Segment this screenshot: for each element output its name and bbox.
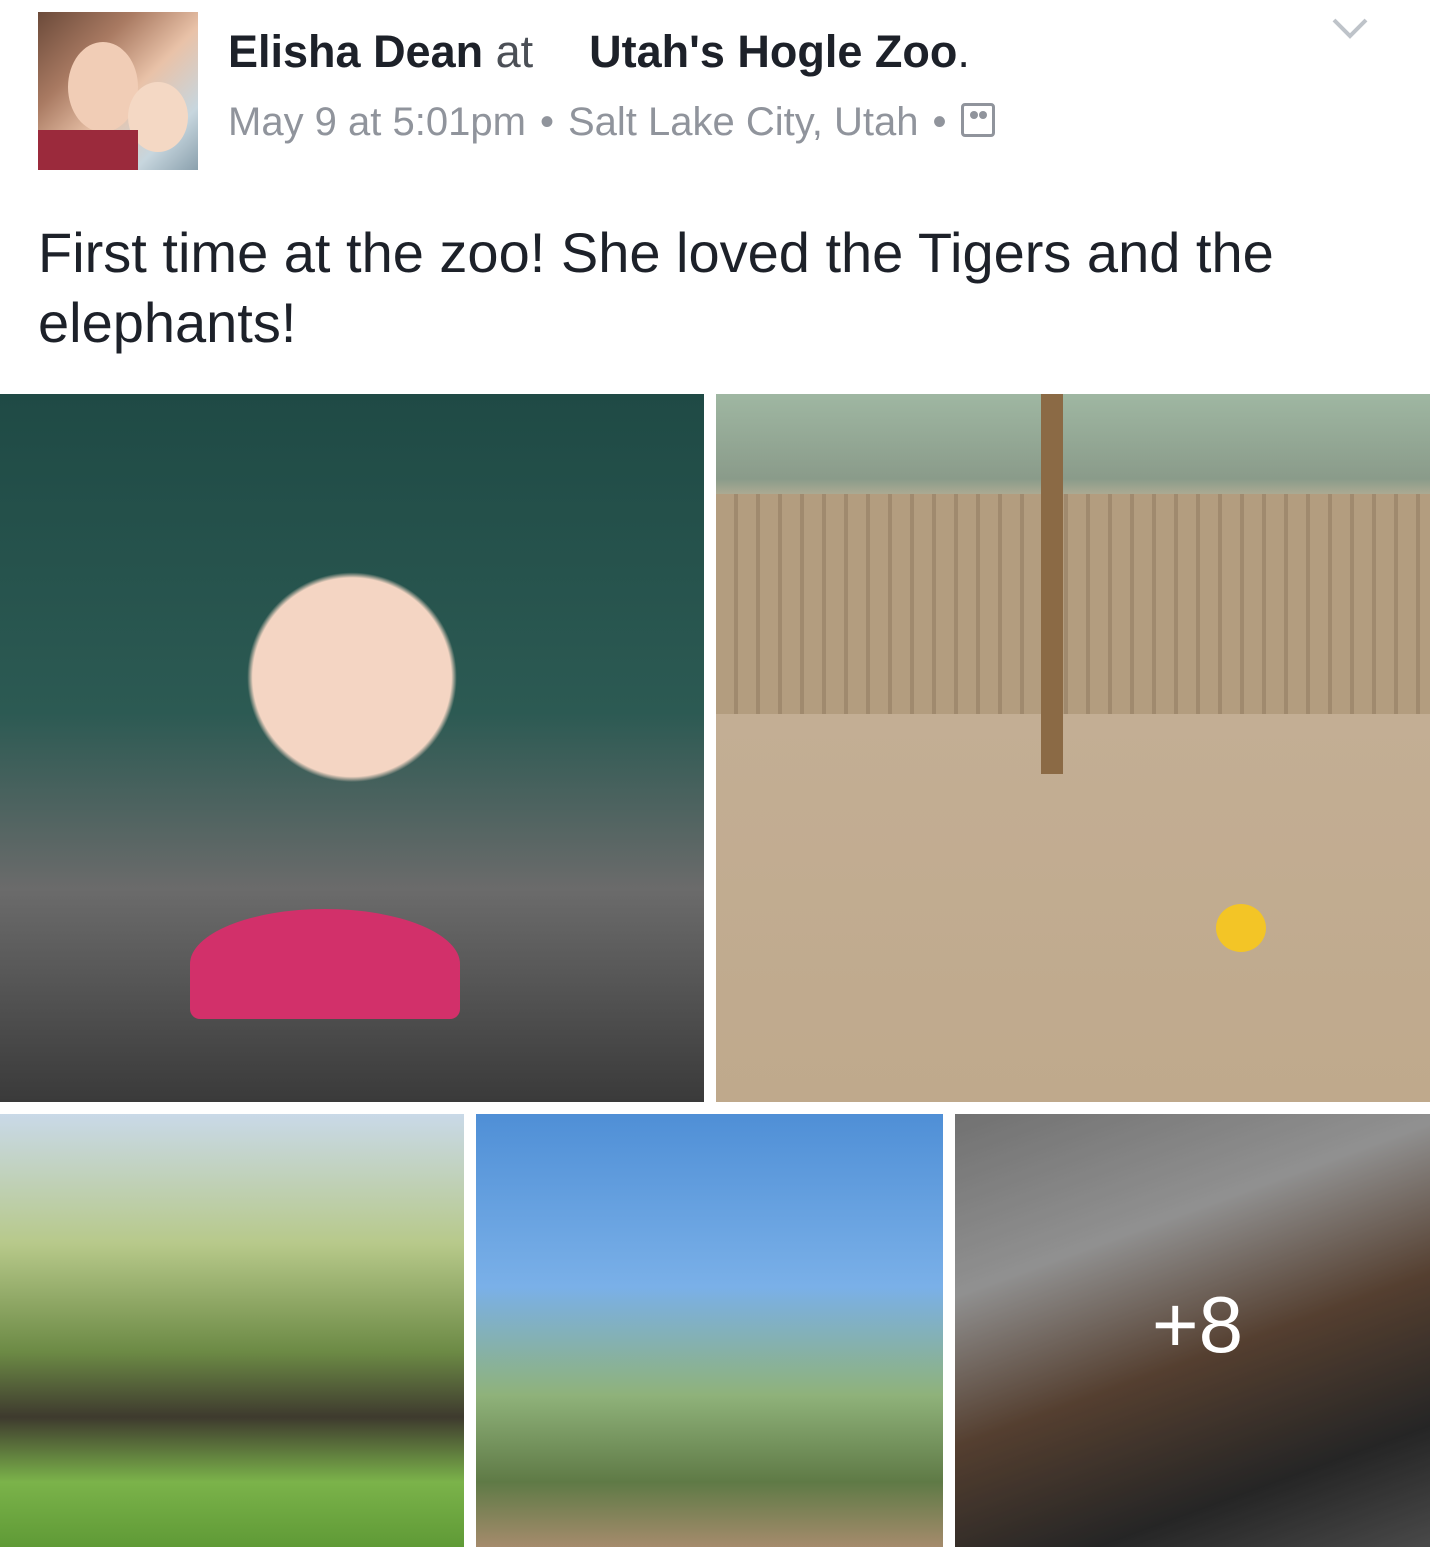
- friends-icon[interactable]: [960, 103, 995, 138]
- photo-zebras[interactable]: [716, 394, 1430, 1102]
- place-link[interactable]: Utah's Hogle Zoo: [589, 26, 957, 77]
- photo-baby-stroller[interactable]: +8: [955, 1114, 1430, 1547]
- chevron-down-icon[interactable]: [1330, 14, 1370, 44]
- yellow-ball: [1216, 904, 1266, 952]
- pole: [1041, 394, 1063, 774]
- separator-dot: •: [539, 100, 554, 144]
- at-word: at: [495, 26, 534, 77]
- author-name[interactable]: Elisha Dean: [228, 26, 483, 77]
- post-text: First time at the zoo! She loved the Tig…: [38, 221, 1274, 354]
- photo-spider-sculpture[interactable]: [0, 1114, 464, 1547]
- more-photos-count[interactable]: +8: [955, 1114, 1430, 1547]
- profile-avatar[interactable]: [38, 12, 198, 170]
- avatar-shirt: [38, 130, 138, 170]
- location-link[interactable]: Salt Lake City, Utah: [568, 100, 919, 144]
- timestamp[interactable]: May 9 at 5:01pm: [228, 100, 526, 144]
- photo-dragonfly-sculpture[interactable]: [476, 1114, 943, 1547]
- place-suffix: .: [957, 26, 970, 77]
- pink-hat: [190, 909, 460, 1019]
- more-photos-label: +8: [1151, 1279, 1244, 1369]
- separator-dot: •: [932, 100, 947, 144]
- photo-baby-sunglasses[interactable]: [0, 394, 704, 1102]
- post-meta: May 9 at 5:01pm • Salt Lake City, Utah •: [228, 98, 995, 146]
- post-header: Elisha Dean at Utah's Hogle Zoo.: [228, 26, 970, 78]
- wooden-fence: [716, 494, 1430, 714]
